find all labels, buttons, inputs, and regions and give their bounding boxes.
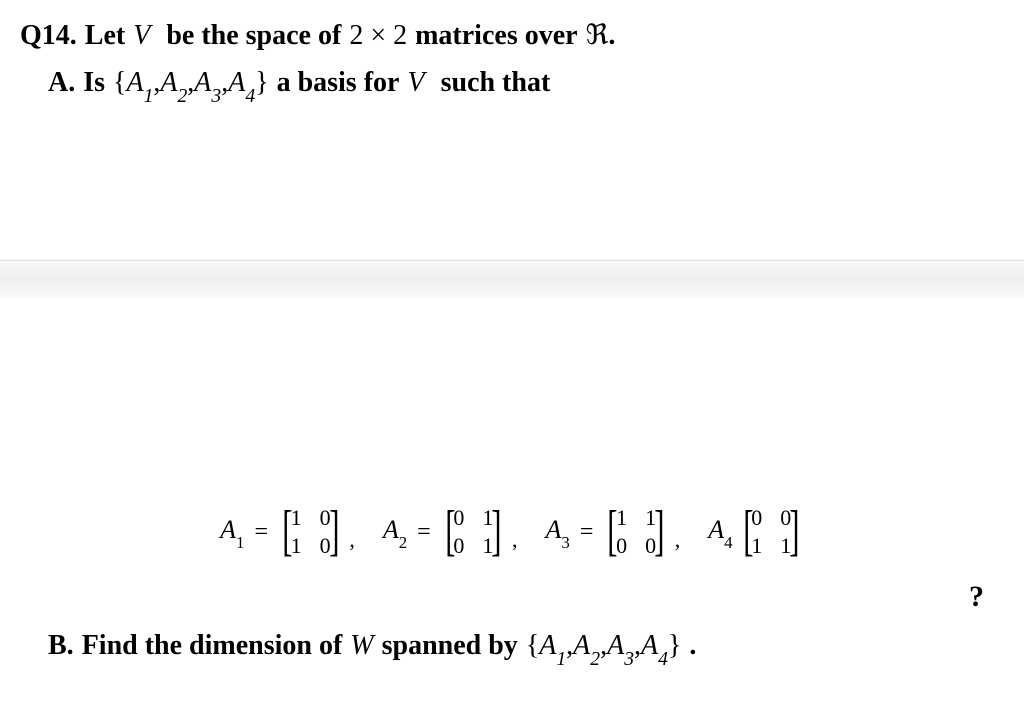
B-A2: A2 xyxy=(573,630,600,667)
question-mark: ? xyxy=(969,580,984,614)
var-W: W xyxy=(350,630,373,662)
left-bracket-icon: [ xyxy=(445,512,455,551)
right-bracket-icon: ] xyxy=(789,512,799,551)
set-open: { xyxy=(113,63,126,102)
dim-2x2: 2 × 2 xyxy=(349,16,407,55)
matrix-A4: A4 [ 00 11 ] xyxy=(708,505,804,559)
part-a-label: A. xyxy=(48,63,75,102)
separator-band xyxy=(0,260,1024,296)
right-bracket-icon: ] xyxy=(492,512,502,551)
matrices-row: A1 = [ 10 10 ] , A2 = [ 01 01 ] , A3 = xyxy=(0,505,1024,559)
B-A3: A3 xyxy=(607,630,634,667)
set-open-b: { xyxy=(526,630,539,662)
question-number: Q14. xyxy=(20,16,77,55)
matrix-A1: A1 = [ 10 10 ] , xyxy=(220,505,355,559)
text-matrices-over: matrices over xyxy=(415,16,577,55)
A4-sym: A4 xyxy=(228,63,255,106)
period: . xyxy=(608,16,615,55)
left-bracket-icon: [ xyxy=(743,512,753,551)
B-A1: A1 xyxy=(539,630,566,667)
field-R: ℜ xyxy=(586,18,609,57)
matrix-A1-cells: 10 10 xyxy=(291,505,331,559)
text-be-the-space: be the space of xyxy=(166,16,341,55)
matrix-A2-cells: 01 01 xyxy=(453,505,493,559)
A1-sym: A1 xyxy=(126,63,153,106)
question-line: Q14. Let V be the space of 2 × 2 matrice… xyxy=(20,16,1004,57)
matrix-A3: A3 = [ 11 00 ] , xyxy=(546,505,681,559)
A2-sym: A2 xyxy=(160,63,187,106)
question-block: Q14. Let V be the space of 2 × 2 matrice… xyxy=(0,0,1024,122)
text-find-dimension: Find the dimension of xyxy=(82,630,343,662)
part-b-label: B. xyxy=(48,630,74,662)
A3-sym: A3 xyxy=(194,63,221,106)
set-close: } xyxy=(255,63,268,102)
word-is: Is xyxy=(83,63,105,102)
set-close-b: } xyxy=(668,630,681,662)
text-spanned-by: spanned by xyxy=(382,630,518,662)
right-bracket-icon: ] xyxy=(654,512,664,551)
text-a-basis-for: a basis for xyxy=(277,63,400,102)
right-bracket-icon: ] xyxy=(329,512,339,551)
part-b-line: B. Find the dimension of W spanned by { … xyxy=(48,630,696,667)
var-V: V xyxy=(133,16,150,55)
left-bracket-icon: [ xyxy=(608,512,618,551)
text-let: Let xyxy=(85,16,125,55)
period-b: . xyxy=(689,630,696,662)
matrix-A2: A2 = [ 01 01 ] , xyxy=(383,505,518,559)
part-a-line: A. Is { A1 , A2 , A3 , A4 } a basis for … xyxy=(48,63,1004,106)
text-such-that: such that xyxy=(441,63,551,102)
matrix-A3-cells: 11 00 xyxy=(616,505,656,559)
var-V-2: V xyxy=(407,63,424,102)
left-bracket-icon: [ xyxy=(282,512,292,551)
matrix-A4-cells: 00 11 xyxy=(751,505,791,559)
B-A4: A4 xyxy=(641,630,668,667)
